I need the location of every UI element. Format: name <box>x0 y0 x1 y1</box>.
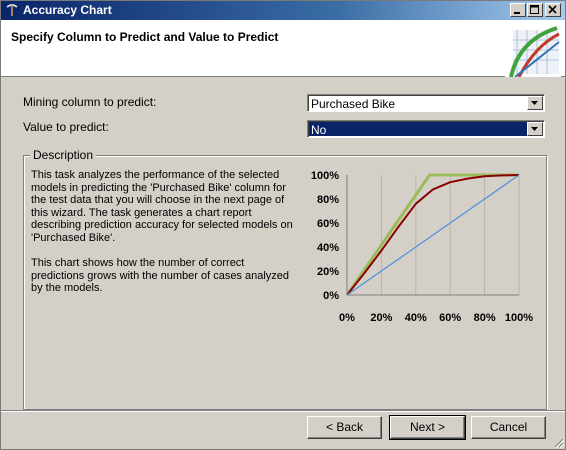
chart-x-tick-label: 80% <box>474 312 496 324</box>
wizard-header: Specify Column to Predict and Value to P… <box>1 20 565 77</box>
close-icon <box>548 5 557 14</box>
chart-y-tick-label: 60% <box>317 218 339 230</box>
chart-x-tick-label: 0% <box>339 312 355 324</box>
mining-column-value: Purchased Bike <box>311 97 396 111</box>
chart-y-tick-label: 0% <box>323 290 339 302</box>
maximize-button[interactable] <box>527 3 543 17</box>
accuracy-line-chart: 0% 20% 40% 60% 80% 100% 0% 20% 40% 60% 80% 100% <box>311 170 533 324</box>
minimize-icon <box>514 12 520 14</box>
chart-series-line-3 <box>346 174 520 296</box>
button-separator <box>1 410 565 412</box>
description-paragraph-2: This chart shows how the number of corre… <box>31 257 290 295</box>
description-legend: Description <box>30 148 97 162</box>
chart-x-tick-label: 60% <box>439 312 461 324</box>
close-button[interactable] <box>545 3 561 17</box>
value-to-predict-label: Value to predict: <box>23 120 109 134</box>
back-button[interactable]: < Back <box>307 416 382 439</box>
chart-y-tick-label: 20% <box>317 266 339 278</box>
description-paragraph-1: This task analyzes the performance of th… <box>31 169 293 244</box>
pickaxe-icon <box>6 4 18 16</box>
chart-y-tick-label: 100% <box>311 170 339 182</box>
chart-x-tick-label: 40% <box>405 312 427 324</box>
mining-column-label: Mining column to predict: <box>23 95 157 109</box>
maximize-icon <box>530 5 539 14</box>
page-title: Specify Column to Predict and Value to P… <box>11 30 279 44</box>
accuracy-chart-logo-icon <box>505 22 561 77</box>
chart-y-tick-label: 80% <box>317 194 339 206</box>
mining-column-dropdown-button[interactable] <box>527 96 543 110</box>
chevron-down-icon <box>531 127 538 131</box>
value-to-predict-value: No <box>311 123 327 137</box>
chart-x-tick-label: 20% <box>370 312 392 324</box>
description-text: This task analyzes the performance of th… <box>31 169 299 308</box>
value-to-predict-dropdown-button[interactable] <box>527 122 543 136</box>
chart-y-tick-label: 40% <box>317 242 339 254</box>
title-bar[interactable]: Accuracy Chart <box>1 1 565 20</box>
selection-highlight <box>309 122 527 136</box>
chevron-down-icon <box>531 101 538 105</box>
next-button[interactable]: Next > <box>389 415 466 440</box>
mining-column-select[interactable]: Purchased Bike <box>307 94 545 112</box>
accuracy-chart-dialog: Accuracy Chart Specify Column to Predict… <box>0 0 566 450</box>
chart-x-tick-label: 100% <box>505 312 533 324</box>
value-to-predict-select[interactable]: No <box>307 120 545 138</box>
minimize-button[interactable] <box>510 3 526 17</box>
resize-grip-icon[interactable] <box>552 436 564 448</box>
cancel-button[interactable]: Cancel <box>471 416 546 439</box>
window-title: Accuracy Chart <box>23 3 112 17</box>
